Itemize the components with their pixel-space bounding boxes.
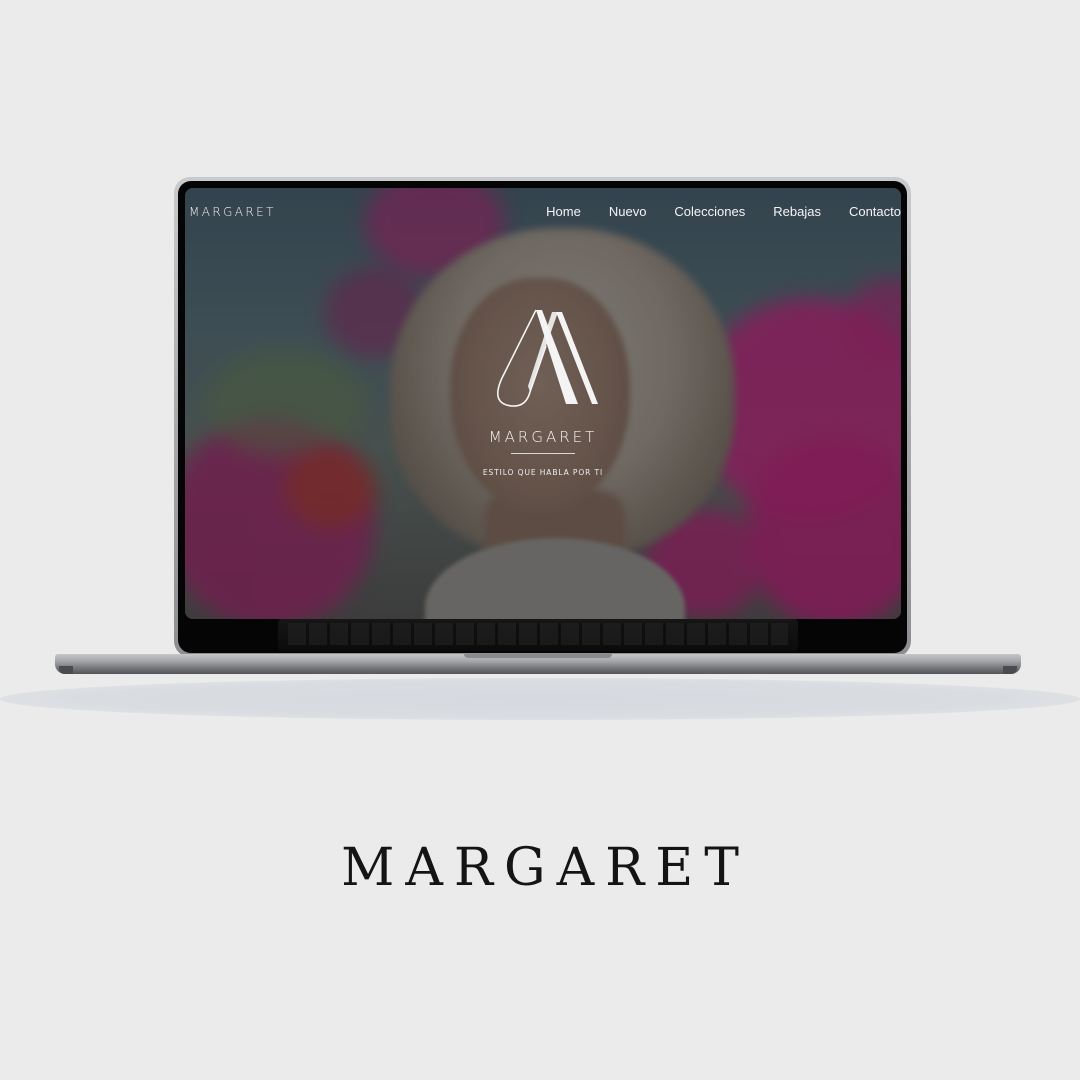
nav-link-contacto[interactable]: Contacto <box>849 204 901 219</box>
hero-brand: MARGARET <box>488 428 598 446</box>
margaret-monogram-icon <box>496 309 598 407</box>
page-title: MARGARET <box>341 838 750 898</box>
hero-divider <box>511 453 575 454</box>
laptop-shadow <box>0 678 1080 720</box>
nav-link-home[interactable]: Home <box>546 204 581 219</box>
nav-link-nuevo[interactable]: Nuevo <box>609 204 647 219</box>
website-screen: MARGARET Home Nuevo Colecciones Rebajas … <box>185 188 901 619</box>
hero-logo-block: MARGARET ESTILO QUE HABLA POR TI <box>185 306 901 477</box>
laptop-base <box>55 654 1021 674</box>
laptop-bezel: MARGARET Home Nuevo Colecciones Rebajas … <box>178 181 907 653</box>
base-notch <box>464 654 612 658</box>
hero-tagline: ESTILO QUE HABLA POR TI <box>482 468 604 477</box>
keyboard-reflection <box>278 619 798 651</box>
laptop-lid: MARGARET Home Nuevo Colecciones Rebajas … <box>174 177 911 657</box>
nav-link-rebajas[interactable]: Rebajas <box>773 204 821 219</box>
site-navbar: MARGARET Home Nuevo Colecciones Rebajas … <box>185 188 901 238</box>
nav-link-colecciones[interactable]: Colecciones <box>674 204 745 219</box>
site-brand[interactable]: MARGARET <box>189 205 276 219</box>
nav-links: Home Nuevo Colecciones Rebajas Contacto <box>546 204 901 219</box>
